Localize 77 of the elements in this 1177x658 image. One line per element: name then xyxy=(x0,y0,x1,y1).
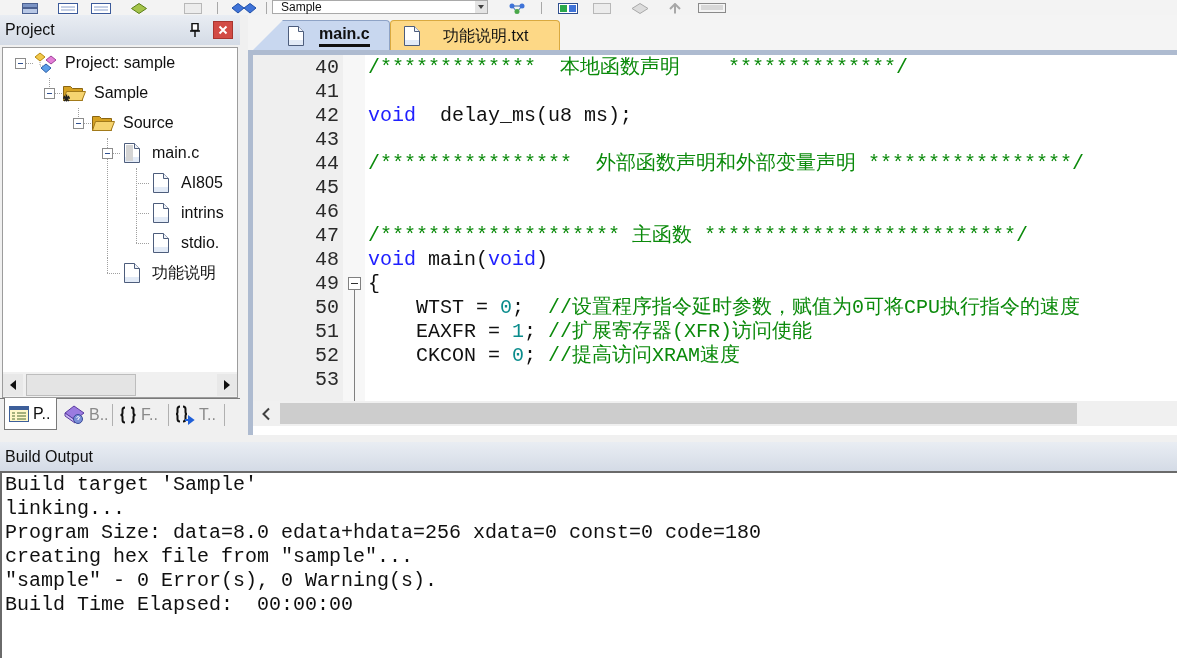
tree-item[interactable]: Sample xyxy=(94,83,149,103)
minus-box-icon[interactable] xyxy=(15,57,26,69)
folder-icon xyxy=(91,113,115,133)
list-window-icon xyxy=(9,405,29,422)
tree-item[interactable]: intrins xyxy=(181,203,224,223)
line-number: 41 xyxy=(315,80,339,104)
editor-tab[interactable]: main.c xyxy=(253,20,390,50)
output-line: "sample" - 0 Error(s), 0 Warning(s). xyxy=(5,569,438,593)
file-icon xyxy=(123,142,141,164)
caret-icon xyxy=(475,1,487,13)
code-line: /**************** 外部函数声明和外部变量声明 *****************/ xyxy=(368,152,1085,176)
stack-icon[interactable] xyxy=(22,3,38,14)
tree-item[interactable]: 功能说明 xyxy=(152,263,216,283)
line-number: 52 xyxy=(315,344,339,368)
file-icon xyxy=(403,24,421,47)
line-number: 51 xyxy=(315,320,339,344)
file-icon xyxy=(152,232,170,254)
horizontal-scrollbar[interactable] xyxy=(3,372,237,397)
tree-item[interactable]: stdio. xyxy=(181,233,220,253)
line-number: 47 xyxy=(315,224,339,248)
folder-icon xyxy=(62,83,86,103)
line-number: 48 xyxy=(315,248,339,272)
code-line: void delay_ms(u8 ms); xyxy=(368,104,633,128)
horizontal-scrollbar[interactable] xyxy=(253,401,1177,426)
code-line: void main(void) xyxy=(368,248,549,272)
window-icon[interactable] xyxy=(58,3,78,14)
line-number: 53 xyxy=(315,368,339,392)
editor-tab[interactable]: 功能说明.txt xyxy=(390,20,560,50)
output-line: linking... xyxy=(5,497,126,521)
line-number: 49 xyxy=(315,272,339,296)
tree-item[interactable]: AI805 xyxy=(181,173,223,193)
window-icon[interactable] xyxy=(91,3,111,14)
code-line: WTST = 0; //设置程序指令延时参数，赋值为0可将CPU执行指令的速度 xyxy=(415,296,1081,320)
file-icon xyxy=(152,172,170,194)
output-line: creating hex file from "sample"... xyxy=(5,545,414,569)
tree-item[interactable]: main.c xyxy=(152,143,200,163)
panel-tab[interactable]: P.. xyxy=(4,398,57,430)
code-line: EAXFR = 1; //扩展寄存器(XFR)访问使能 xyxy=(415,320,813,344)
code-line: /************* 本地函数声明 **************/ xyxy=(368,56,909,80)
line-number: 40 xyxy=(315,56,339,80)
line-number: 45 xyxy=(315,176,339,200)
close-icon[interactable] xyxy=(213,21,233,39)
book-icon xyxy=(63,405,85,425)
scrollbar-thumb[interactable] xyxy=(280,403,1077,424)
tree-item[interactable]: Source xyxy=(123,113,174,133)
file-icon xyxy=(123,262,141,284)
monitor-icon[interactable] xyxy=(698,3,726,14)
scrollbar-thumb[interactable] xyxy=(26,373,136,396)
line-number: 44 xyxy=(315,152,339,176)
line-number: 42 xyxy=(315,104,339,128)
output-line: Build target 'Sample' xyxy=(5,473,258,497)
minus-box-icon[interactable] xyxy=(44,87,55,99)
line-number: 43 xyxy=(315,128,339,152)
pin-icon[interactable] xyxy=(189,23,201,37)
target-dropdown[interactable]: Sample xyxy=(272,0,488,14)
line-number: 50 xyxy=(315,296,339,320)
minus-box-icon[interactable] xyxy=(347,277,361,290)
window-icon[interactable] xyxy=(558,3,578,14)
code-line: { xyxy=(368,272,380,296)
minus-box-icon[interactable] xyxy=(102,147,113,159)
braces-arrow-icon xyxy=(175,405,195,425)
file-icon xyxy=(152,202,170,224)
panel-title: Project xyxy=(5,20,55,40)
left-chevron-icon[interactable] xyxy=(261,406,271,421)
diamonds-icon[interactable] xyxy=(231,3,257,14)
minus-box-icon[interactable] xyxy=(73,117,84,129)
tree-item[interactable]: Project: sample xyxy=(65,53,176,73)
braces-icon xyxy=(119,406,137,424)
diamonds-icon xyxy=(33,52,57,74)
line-number: 46 xyxy=(315,200,339,224)
file-icon xyxy=(287,24,305,47)
network-icon[interactable] xyxy=(508,3,526,14)
output-line: Program Size: data=8.0 edata+hdata=256 xdata=0 const=0 code=180 xyxy=(5,521,762,545)
code-line: /******************** 主函数 **************************/ xyxy=(368,224,1029,248)
panel-title: Build Output xyxy=(5,446,94,467)
output-line: Build Time Elapsed: 00:00:00 xyxy=(5,593,354,617)
code-line: CKCON = 0; //提高访问XRAM速度 xyxy=(415,344,741,368)
